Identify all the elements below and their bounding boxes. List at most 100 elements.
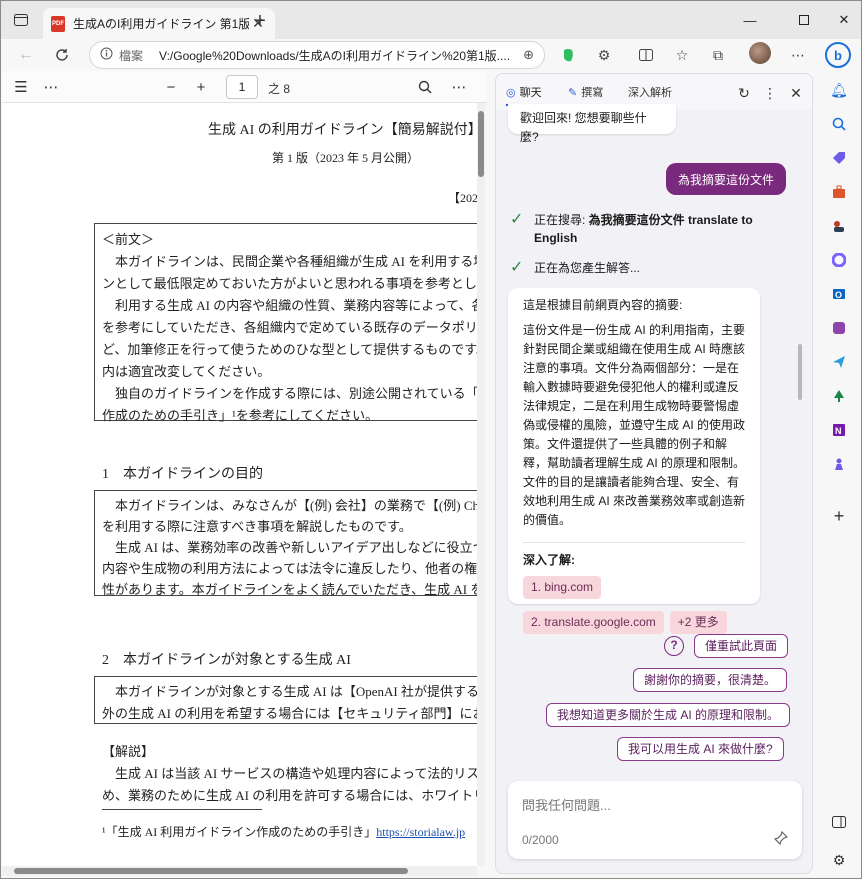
greeting-text: 歡迎回來! 您想要聊些什麼? xyxy=(520,111,647,144)
check-icon: ✓ xyxy=(510,211,524,228)
commentary-line: 生成 AI は当該 AI サービスの構造や処理内容によって法的リスクが xyxy=(102,766,477,781)
commentary-heading: 【解説】 xyxy=(102,744,155,759)
back-button[interactable]: ← xyxy=(13,42,39,68)
address-bar[interactable]: 檔案 V:/Google%20Downloads/生成AのI利用ガイドライン%2… xyxy=(89,41,545,69)
games-icon[interactable] xyxy=(828,215,850,237)
tab-pdf-document[interactable]: PDF 生成AのI利用ガイドライン 第1版 ✕ xyxy=(43,8,275,39)
page-number-input[interactable]: 1 xyxy=(226,75,258,99)
chat-input[interactable]: 問我任何問題... xyxy=(522,795,611,814)
send-icon[interactable] xyxy=(828,351,850,373)
chess-icon[interactable] xyxy=(828,453,850,475)
preface-line: ンとして最低限定めておいた方がよいと思われる事項を参考として示し xyxy=(102,276,477,291)
collections-icon[interactable]: ⧉ xyxy=(707,44,729,66)
tab-compose[interactable]: ✎ 撰寫 xyxy=(568,84,603,100)
tree-icon[interactable] xyxy=(828,385,850,407)
page-total: 之 8 xyxy=(268,82,291,96)
svg-text:N: N xyxy=(835,426,842,436)
tab-insights[interactable]: 深入解析 xyxy=(628,84,672,100)
search-status: ✓ 正在搜尋: 為我摘要這份文件 translate to English xyxy=(510,211,790,247)
char-count: 0/2000 xyxy=(522,833,559,847)
help-icon[interactable]: ? xyxy=(664,636,684,656)
pdf-page: 生成 AI の利用ガイドライン【簡易解説付】 第 1 版（2023 年 5 月公… xyxy=(2,103,477,866)
zoom-in-button[interactable]: + xyxy=(190,76,212,98)
bell-icon[interactable]: 🔔︎ xyxy=(828,79,850,101)
chat-input-box[interactable]: 問我任何問題... 0/2000 xyxy=(508,781,802,859)
suggestion-thanks[interactable]: 謝謝你的摘要，很清楚。 xyxy=(633,668,788,692)
tab-title: 生成AのI利用ガイドライン 第1版 xyxy=(73,17,249,31)
chat-icon: ◎ xyxy=(506,86,516,99)
address-label: 檔案 xyxy=(119,48,144,63)
pdf-horizontal-scrollbar[interactable] xyxy=(2,866,477,876)
browser-window: PDF 生成AのI利用ガイドライン 第1版 ✕ + — ✕ ← 檔案 V:/Go… xyxy=(0,0,862,879)
section1-line: を利用する際に注意すべき事項を解説したものです。 xyxy=(102,519,412,534)
search-icon[interactable] xyxy=(828,113,850,135)
refresh-chat-icon[interactable]: ↻ xyxy=(734,83,754,103)
source-list: 1. bing.com 2. translate.google.com +2 更… xyxy=(523,576,745,634)
zoom-out-button[interactable]: − xyxy=(160,76,182,98)
favorites-icon[interactable]: ☆ xyxy=(671,44,693,66)
tab-insights-label: 深入解析 xyxy=(628,87,672,99)
pdf-overflow-icon[interactable]: ⋯ xyxy=(448,76,470,98)
new-tab-button[interactable]: + xyxy=(249,11,271,33)
suggestion-what-can-i-do[interactable]: 我可以用生成 AI 來做什麼? xyxy=(617,737,784,761)
bing-copilot-icon[interactable]: b xyxy=(825,42,851,68)
pdf-toolbar: ☰ ⋯ − + 1 之 8 ⋯ xyxy=(2,71,487,103)
source-chip[interactable]: 2. translate.google.com xyxy=(523,611,664,634)
answer-message: 這是根據目前網頁內容的摘要: 這份文件是一份生成 AI 的利用指南，主要針對民間… xyxy=(508,288,760,634)
table-of-contents-icon[interactable]: ☰ xyxy=(10,76,32,98)
tab-bar: PDF 生成AのI利用ガイドライン 第1版 ✕ + — ✕ xyxy=(1,1,861,39)
hide-sidebar-icon[interactable] xyxy=(828,811,850,833)
close-panel-icon[interactable]: ✕ xyxy=(786,83,806,103)
pdf-vertical-scroll-thumb[interactable] xyxy=(478,111,484,177)
add-sidebar-item-icon[interactable]: + xyxy=(828,505,850,527)
refresh-button[interactable] xyxy=(49,42,75,68)
pin-icon[interactable] xyxy=(773,830,789,848)
shopping-tag-icon[interactable] xyxy=(828,147,850,169)
suggestion-learn-more[interactable]: 我想知道更多關於生成 AI 的原理和限制。 xyxy=(546,703,791,727)
compose-icon: ✎ xyxy=(568,86,578,99)
extensions-puzzle-icon[interactable]: ⚙ xyxy=(593,44,615,66)
extension-evernote-icon[interactable] xyxy=(557,44,579,66)
more-sources-chip[interactable]: +2 更多 xyxy=(669,611,727,634)
url-text[interactable]: V:/Google%20Downloads/生成AのI利用ガイドライン%20第1… xyxy=(159,47,517,64)
more-options-icon[interactable]: ⋯ xyxy=(787,44,809,66)
close-window-button[interactable]: ✕ xyxy=(827,1,861,39)
chat-scroll-thumb[interactable] xyxy=(798,344,802,400)
tab-actions-icon[interactable] xyxy=(9,9,33,31)
profile-avatar[interactable] xyxy=(749,42,771,64)
preface-line: を参考にしていただき、各組織内で定めている既存のデータポリシー xyxy=(102,320,477,335)
document-edition: 第 1 版（2023 年 5 月公開） xyxy=(272,151,420,165)
maximize-button[interactable] xyxy=(781,1,827,39)
answer-divider xyxy=(523,542,745,543)
zoom-icon[interactable]: ⊕ xyxy=(523,47,534,63)
check-icon: ✓ xyxy=(510,259,524,276)
section1-line: 生成 AI は、業務効率の改善や新しいアイデア出しなどに役立つ反面 xyxy=(102,540,477,555)
user-message-text: 為我摘要這份文件 xyxy=(677,172,774,187)
section1-line: 本ガイドラインは、みなさんが【(例) 会社】の業務で【(例) ChatG xyxy=(102,498,477,513)
preface-line: 利用する生成 AI の内容や組織の性質、業務内容等によって、各組織 xyxy=(102,298,477,313)
suggestion-retry-page[interactable]: 僅重試此頁面 xyxy=(694,634,789,658)
panel-more-icon[interactable]: ⋮ xyxy=(760,83,780,103)
microsoft-365-icon[interactable] xyxy=(828,249,850,271)
split-screen-icon[interactable] xyxy=(635,44,657,66)
learn-more-label: 深入了解: xyxy=(523,553,575,567)
pdf-horizontal-scroll-thumb[interactable] xyxy=(14,868,408,874)
tab-compose-label: 撰寫 xyxy=(581,87,604,99)
minimize-button[interactable]: — xyxy=(727,1,773,39)
pdf-vertical-scrollbar[interactable] xyxy=(477,103,485,866)
outlook-icon[interactable]: O xyxy=(828,283,850,305)
pdf-search-icon[interactable] xyxy=(414,76,436,98)
preface-line: 独自のガイドラインを作成する際には、別途公開されている「生成 A xyxy=(102,386,477,401)
preface-line: 本ガイドラインは、民間企業や各種組織が生成 AI を利用する場合に xyxy=(102,254,477,269)
preface-line: 内は適宜改変してください。 xyxy=(102,364,271,379)
info-icon[interactable] xyxy=(100,47,113,63)
pdf-more-icon[interactable]: ⋯ xyxy=(40,76,62,98)
footnote-link[interactable]: https://storialaw.jp xyxy=(376,825,465,839)
onenote-icon[interactable]: N xyxy=(828,419,850,441)
designer-icon[interactable] xyxy=(828,317,850,339)
tab-chat[interactable]: ◎ 聊天 xyxy=(506,84,544,106)
source-chip[interactable]: 1. bing.com xyxy=(523,576,602,599)
tools-icon[interactable] xyxy=(828,181,850,203)
sidebar-settings-icon[interactable]: ⚙ xyxy=(828,849,850,871)
generating-status: ✓ 正在為您產生解答... xyxy=(510,259,790,277)
